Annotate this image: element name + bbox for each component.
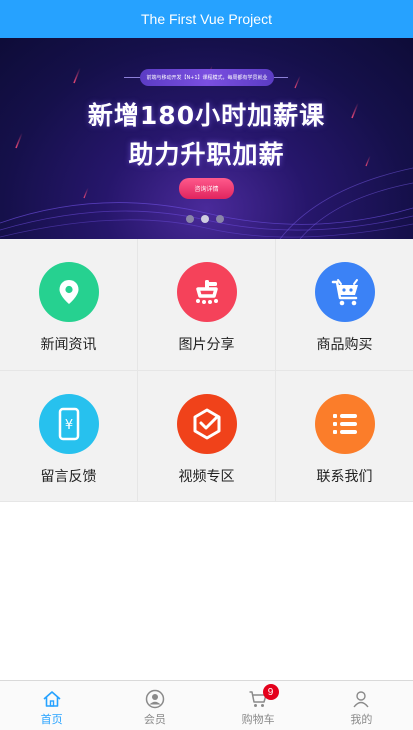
banner-headline-2: 助力升职加薪: [128, 140, 285, 169]
cart-badge: 9: [262, 684, 279, 700]
carousel-dot-active[interactable]: [201, 215, 209, 223]
grid-item-video[interactable]: 视频专区: [138, 371, 276, 502]
user-icon: [350, 688, 372, 710]
dian-logo-icon: [176, 262, 237, 322]
svg-text:¥: ¥: [64, 418, 72, 433]
header-title: The First Vue Project: [141, 11, 272, 27]
carousel-dot[interactable]: [216, 215, 224, 223]
tab-label: 首页: [40, 713, 63, 726]
grid-item-label: 留言反馈: [40, 469, 97, 485]
carousel-dot[interactable]: [186, 215, 194, 223]
grid-item-label: 视频专区: [178, 469, 235, 485]
hexagon-check-icon: [176, 394, 237, 454]
tab-label: 购物车: [241, 713, 275, 726]
tab-mine[interactable]: 我的: [310, 681, 413, 730]
tab-label: 会员: [143, 713, 166, 726]
phone-yuan-icon: ¥: [38, 394, 99, 454]
grid-item-feedback[interactable]: ¥ 留言反馈: [0, 371, 138, 502]
banner-carousel[interactable]: 前端与移动开发【N+1】课程模式，每周都有学员就业 新增180小时加薪课 助力升…: [0, 38, 413, 239]
bottom-tab-bar: 首页 会员 9 购物车 我的: [0, 680, 413, 730]
home-icon: [41, 688, 63, 710]
banner-cta-button[interactable]: 咨询详情: [179, 178, 234, 199]
member-icon: [144, 688, 166, 710]
grid-item-label: 新闻资讯: [40, 337, 97, 353]
tab-label: 我的: [350, 713, 373, 726]
grid-item-photos[interactable]: 图片分享: [138, 239, 276, 371]
grid-item-shop[interactable]: 商品购买: [276, 239, 413, 371]
grid-item-news[interactable]: 新闻资讯: [0, 239, 138, 371]
tab-cart[interactable]: 9 购物车: [207, 681, 310, 730]
feature-grid: 新闻资讯 图片分享 商品购买 ¥ 留言反馈 视频专区 联系我们: [0, 239, 413, 502]
tagline-decoration-left: [124, 77, 140, 78]
location-pin-icon: [38, 262, 99, 322]
tagline-decoration-right: [274, 77, 288, 78]
grid-item-contact[interactable]: 联系我们: [276, 371, 413, 502]
tab-home[interactable]: 首页: [0, 681, 103, 730]
shopping-cart-icon: [314, 262, 375, 322]
carousel-indicators: [186, 215, 224, 223]
banner-tagline: 前端与移动开发【N+1】课程模式，每周都有学员就业: [140, 69, 274, 86]
grid-item-label: 商品购买: [316, 337, 373, 353]
list-icon: [314, 394, 375, 454]
banner-headline-1: 新增180小时加薪课: [87, 101, 326, 130]
grid-item-label: 联系我们: [316, 469, 373, 485]
tab-member[interactable]: 会员: [103, 681, 206, 730]
grid-item-label: 图片分享: [178, 337, 235, 353]
app-header: The First Vue Project: [0, 0, 413, 38]
